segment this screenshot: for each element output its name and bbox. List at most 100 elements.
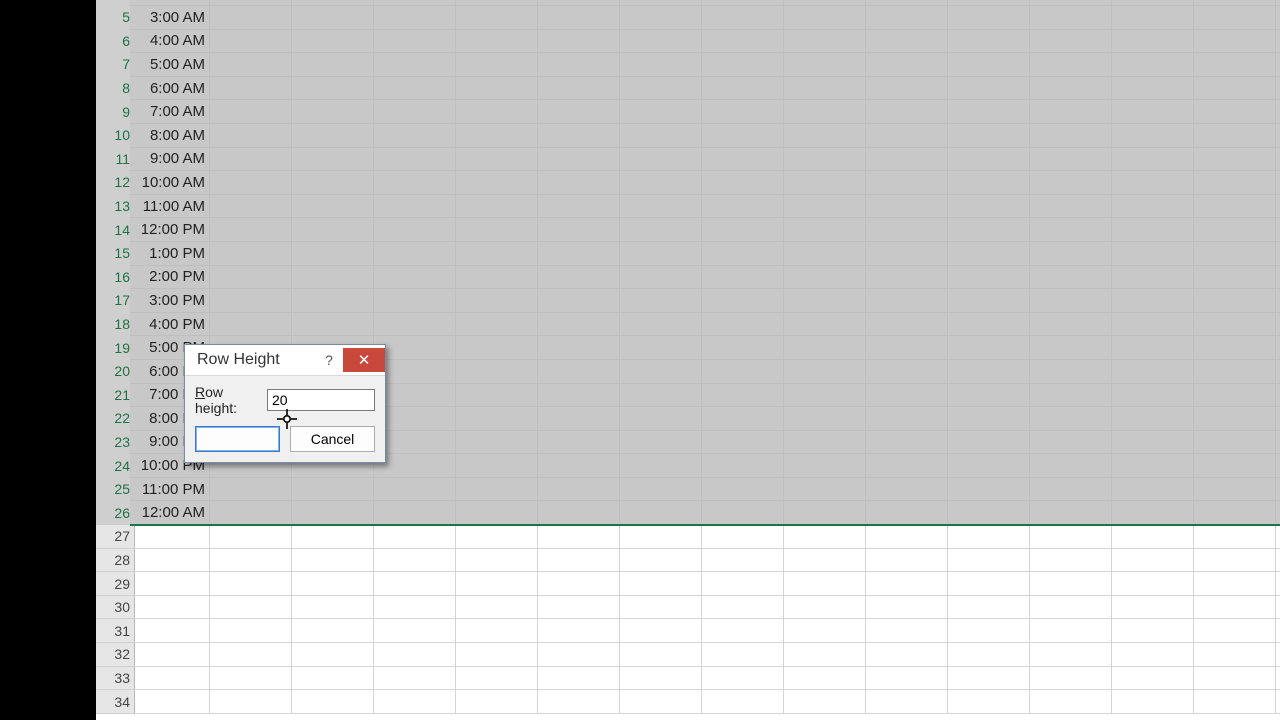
- time-cell[interactable]: [130, 643, 210, 667]
- grid-cell[interactable]: [784, 549, 866, 573]
- grid-cell[interactable]: [948, 384, 1030, 408]
- grid-cell[interactable]: [210, 148, 292, 172]
- grid-cell[interactable]: [1030, 336, 1112, 360]
- grid-cell[interactable]: [948, 643, 1030, 667]
- grid-cell[interactable]: [538, 501, 620, 525]
- grid-cell[interactable]: [374, 266, 456, 290]
- grid-cell[interactable]: [538, 525, 620, 549]
- grid-cell[interactable]: [1112, 643, 1194, 667]
- grid-cell[interactable]: [620, 195, 702, 219]
- grid-cell[interactable]: [538, 148, 620, 172]
- grid-cell[interactable]: [292, 53, 374, 77]
- grid-cell[interactable]: [1194, 619, 1276, 643]
- grid-cell[interactable]: [948, 218, 1030, 242]
- grid-cell[interactable]: [784, 218, 866, 242]
- grid-cell[interactable]: [702, 266, 784, 290]
- grid-cell[interactable]: [948, 266, 1030, 290]
- grid-cell[interactable]: [456, 643, 538, 667]
- grid-cell[interactable]: [456, 501, 538, 525]
- grid-cell[interactable]: [784, 77, 866, 101]
- grid-cell[interactable]: [374, 501, 456, 525]
- grid-cell[interactable]: [866, 549, 948, 573]
- grid-cell[interactable]: [702, 525, 784, 549]
- grid-cell[interactable]: [210, 313, 292, 337]
- grid-cell[interactable]: [210, 643, 292, 667]
- table-row[interactable]: 2612:00 AM: [96, 501, 1280, 525]
- grid-cell[interactable]: [1276, 690, 1280, 714]
- table-row[interactable]: 1311:00 AM: [96, 195, 1280, 219]
- grid-cell[interactable]: [620, 336, 702, 360]
- grid-cell[interactable]: [948, 501, 1030, 525]
- grid-cell[interactable]: [948, 148, 1030, 172]
- grid-cell[interactable]: [702, 53, 784, 77]
- ok-button[interactable]: OK: [195, 426, 280, 452]
- grid-cell[interactable]: [1276, 77, 1280, 101]
- grid-cell[interactable]: [374, 643, 456, 667]
- grid-cell[interactable]: [866, 195, 948, 219]
- grid-cell[interactable]: [866, 667, 948, 691]
- grid-cell[interactable]: [1194, 124, 1276, 148]
- grid-cell[interactable]: [292, 100, 374, 124]
- grid-cell[interactable]: [538, 454, 620, 478]
- grid-cell[interactable]: [210, 667, 292, 691]
- time-cell[interactable]: 1:00 PM: [130, 242, 210, 266]
- grid-cell[interactable]: [538, 407, 620, 431]
- grid-cell[interactable]: [1194, 478, 1276, 502]
- grid-cell[interactable]: [866, 643, 948, 667]
- grid-cell[interactable]: [456, 667, 538, 691]
- grid-cell[interactable]: [456, 549, 538, 573]
- time-cell[interactable]: 3:00 PM: [130, 289, 210, 313]
- grid-cell[interactable]: [620, 266, 702, 290]
- grid-cell[interactable]: [538, 77, 620, 101]
- table-row[interactable]: 184:00 PM: [96, 313, 1280, 337]
- grid-cell[interactable]: [292, 6, 374, 30]
- table-row[interactable]: 75:00 AM: [96, 53, 1280, 77]
- grid-cell[interactable]: [292, 572, 374, 596]
- grid-cell[interactable]: [948, 572, 1030, 596]
- grid-cell[interactable]: [1194, 572, 1276, 596]
- table-row[interactable]: 27: [96, 525, 1280, 549]
- grid-cell[interactable]: [374, 525, 456, 549]
- grid-cell[interactable]: [1194, 431, 1276, 455]
- grid-cell[interactable]: [292, 77, 374, 101]
- grid-cell[interactable]: [1030, 77, 1112, 101]
- grid-cell[interactable]: [702, 454, 784, 478]
- grid-cell[interactable]: [538, 53, 620, 77]
- grid-cell[interactable]: [784, 454, 866, 478]
- grid-cell[interactable]: [538, 313, 620, 337]
- grid-cell[interactable]: [456, 218, 538, 242]
- grid-cell[interactable]: [1276, 195, 1280, 219]
- time-cell[interactable]: 10:00 AM: [130, 171, 210, 195]
- grid-cell[interactable]: [1276, 619, 1280, 643]
- grid-cell[interactable]: [1112, 242, 1194, 266]
- table-row[interactable]: 64:00 AM: [96, 30, 1280, 54]
- grid-cell[interactable]: [1030, 501, 1112, 525]
- grid-cell[interactable]: [948, 454, 1030, 478]
- grid-cell[interactable]: [374, 667, 456, 691]
- grid-cell[interactable]: [784, 619, 866, 643]
- grid-cell[interactable]: [456, 77, 538, 101]
- grid-cell[interactable]: [374, 171, 456, 195]
- grid-cell[interactable]: [702, 549, 784, 573]
- grid-cell[interactable]: [702, 77, 784, 101]
- grid-cell[interactable]: [1112, 360, 1194, 384]
- grid-cell[interactable]: [1030, 667, 1112, 691]
- grid-cell[interactable]: [210, 289, 292, 313]
- grid-cell[interactable]: [456, 313, 538, 337]
- grid-cell[interactable]: [456, 431, 538, 455]
- grid-cell[interactable]: [1194, 218, 1276, 242]
- grid-cell[interactable]: [866, 100, 948, 124]
- grid-cell[interactable]: [374, 549, 456, 573]
- grid-cell[interactable]: [784, 6, 866, 30]
- grid-cell[interactable]: [1030, 148, 1112, 172]
- grid-cell[interactable]: [374, 572, 456, 596]
- grid-cell[interactable]: [620, 549, 702, 573]
- grid-cell[interactable]: [210, 124, 292, 148]
- grid-cell[interactable]: [866, 478, 948, 502]
- grid-cell[interactable]: [1194, 53, 1276, 77]
- grid-cell[interactable]: [1194, 148, 1276, 172]
- grid-cell[interactable]: [866, 6, 948, 30]
- grid-cell[interactable]: [948, 667, 1030, 691]
- grid-cell[interactable]: [538, 289, 620, 313]
- grid-cell[interactable]: [1030, 643, 1112, 667]
